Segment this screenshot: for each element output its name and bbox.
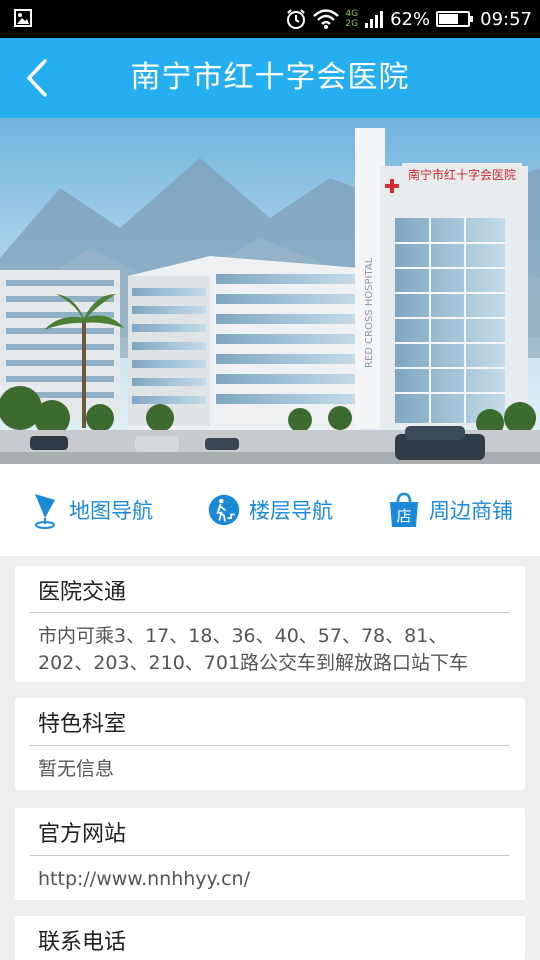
hospital-photo: 南宁市红十字会医院 RED CROSS HOSPITAL (0, 118, 540, 464)
svg-text:店: 店 (396, 507, 411, 525)
alarm-icon (287, 9, 306, 29)
traffic-line-1: 市内可乘3、17、18、36、40、57、78、81、 (38, 625, 448, 647)
nav-floor-label: 楼层导航 (249, 499, 333, 523)
phone-title: 联系电话 (38, 930, 127, 955)
hospital-sign-text: 南宁市红十字会医院 (408, 167, 516, 182)
title-bar: 南宁市红十字会医院 (0, 38, 540, 118)
website-link[interactable]: http://www.nnhhyy.cn/ (38, 866, 511, 893)
image-icon (14, 9, 32, 27)
battery-percent: 62% (390, 8, 431, 30)
back-button[interactable] (12, 50, 62, 106)
divider (30, 612, 510, 613)
traffic-title: 医院交通 (38, 580, 127, 605)
traffic-line-2: 202、203、210、701路公交车到解放路口站下车 (38, 652, 469, 674)
divider (30, 855, 510, 856)
signal-icon (365, 11, 384, 28)
chevron-left-icon (27, 59, 47, 97)
network-2g: 2G (345, 19, 359, 29)
departments-body: 暂无信息 (38, 758, 115, 780)
quick-nav: 地图导航 楼层导航 店 周边商铺 (0, 464, 540, 556)
map-pin-icon (35, 494, 55, 529)
departments-title: 特色科室 (38, 712, 127, 737)
page-title: 南宁市红十字会医院 (130, 60, 410, 95)
network-4g: 4G (345, 9, 359, 19)
website-title: 官方网站 (38, 822, 127, 847)
traffic-card: 医院交通 市内可乘3、17、18、36、40、57、78、81、 202、203… (15, 566, 525, 682)
nav-floor-navigation[interactable]: 楼层导航 (201, 480, 339, 540)
floor-walk-icon (208, 494, 240, 526)
battery-icon (436, 11, 474, 27)
phone-card: 联系电话 (15, 916, 525, 960)
hospital-vertical-text: RED CROSS HOSPITAL (364, 257, 375, 368)
nav-map-navigation[interactable]: 地图导航 (21, 480, 159, 540)
nav-map-label: 地图导航 (69, 499, 153, 523)
website-card: 官方网站 http://www.nnhhyy.cn/ (15, 808, 525, 900)
nav-shops-label: 周边商铺 (429, 499, 513, 523)
departments-card: 特色科室 暂无信息 (15, 698, 525, 790)
shop-bag-icon: 店 (390, 492, 418, 527)
status-bar: 4G 2G 62% 09:57 (0, 0, 540, 38)
wifi-icon (313, 9, 340, 29)
divider (30, 745, 510, 746)
nav-nearby-shops[interactable]: 店 周边商铺 (381, 480, 519, 540)
clock: 09:57 (480, 8, 532, 30)
